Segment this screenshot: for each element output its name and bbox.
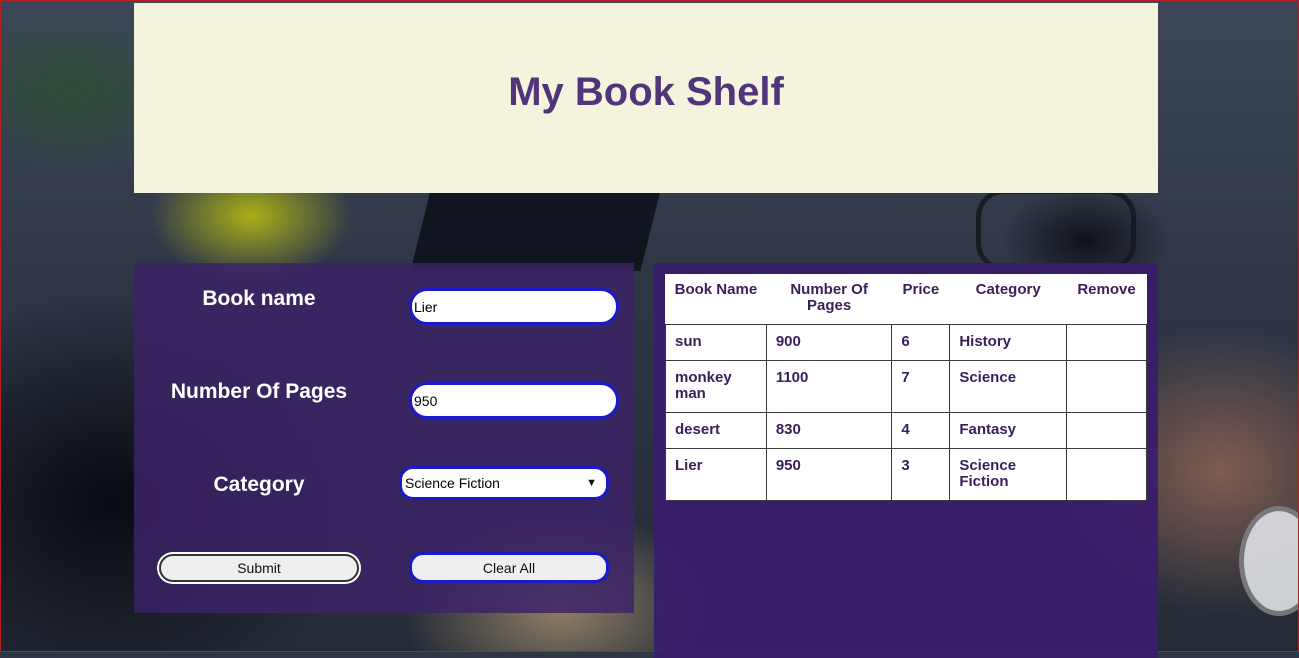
- cell-category: Science: [949, 360, 1068, 413]
- cell-price: 4: [891, 412, 951, 449]
- background-notebook: [410, 186, 662, 271]
- col-header-remove: Remove: [1077, 281, 1136, 298]
- cell-price: 6: [891, 324, 951, 361]
- page-title: My Book Shelf: [508, 69, 784, 114]
- table-row: desert 830 4 Fantasy: [665, 412, 1147, 449]
- table-row: monkey man 1100 7 Science: [665, 360, 1147, 413]
- submit-button[interactable]: Submit: [159, 554, 359, 582]
- clear-all-button[interactable]: Clear All: [409, 552, 609, 583]
- cell-book-name: Lier: [665, 448, 767, 501]
- cell-remove[interactable]: [1066, 448, 1147, 501]
- cell-price: 3: [891, 448, 951, 501]
- pages-label: Number Of Pages: [170, 380, 348, 403]
- book-name-label: Book name: [202, 287, 316, 310]
- category-label: Category: [213, 473, 305, 496]
- col-header-pages: Number Of Pages: [790, 281, 868, 314]
- book-form: Book name Number Of Pages Category Scien…: [134, 263, 634, 613]
- table-row: Lier 950 3 Science Fiction: [665, 448, 1147, 501]
- table-header-row: Book Name Number Of Pages Price Category…: [666, 274, 1147, 325]
- col-header-book-name: Book Name: [674, 281, 758, 298]
- cell-category: Fantasy: [949, 412, 1068, 449]
- cell-pages: 900: [765, 324, 893, 361]
- background-watch: [1239, 506, 1298, 616]
- category-select[interactable]: Science Fiction ▼: [399, 466, 609, 500]
- chevron-down-icon: ▼: [586, 477, 597, 489]
- cell-pages: 1100: [765, 360, 893, 413]
- col-header-price: Price: [902, 281, 940, 298]
- cell-book-name: sun: [665, 324, 767, 361]
- page-header: My Book Shelf: [134, 3, 1158, 193]
- category-selected-value: Science Fiction: [405, 475, 500, 491]
- cell-book-name: monkey man: [665, 360, 767, 413]
- cell-remove[interactable]: [1066, 324, 1147, 361]
- cell-category: Science Fiction: [949, 448, 1068, 501]
- cell-book-name: desert: [665, 412, 767, 449]
- pages-input[interactable]: [409, 382, 619, 419]
- table-row: sun 900 6 History: [665, 324, 1147, 361]
- cell-remove[interactable]: [1066, 360, 1147, 413]
- cell-price: 7: [891, 360, 951, 413]
- cell-pages: 830: [765, 412, 893, 449]
- cell-category: History: [949, 324, 1068, 361]
- cell-pages: 950: [765, 448, 893, 501]
- col-header-category: Category: [975, 281, 1041, 298]
- book-list-panel: Book Name Number Of Pages Price Category…: [654, 263, 1158, 658]
- book-table: Book Name Number Of Pages Price Category…: [665, 274, 1147, 501]
- cell-remove[interactable]: [1066, 412, 1147, 449]
- book-name-input[interactable]: [409, 288, 619, 325]
- background-glasses: [976, 189, 1136, 271]
